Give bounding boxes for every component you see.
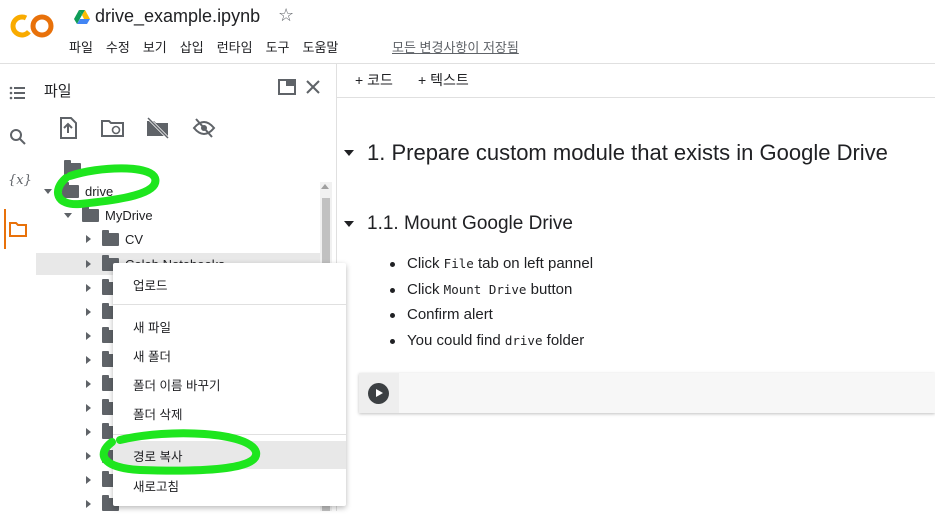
menu-insert[interactable]: 삽입: [180, 37, 204, 56]
menu-file[interactable]: 파일: [69, 37, 93, 56]
menu-runtime[interactable]: 런타임: [217, 37, 253, 56]
menu-item-refresh[interactable]: 새로고침: [113, 471, 346, 499]
tree-item-cv[interactable]: CV: [86, 228, 143, 250]
tree-label: drive: [85, 183, 114, 199]
chevron-right-icon[interactable]: [86, 500, 91, 508]
upload-icon[interactable]: [56, 117, 80, 139]
chevron-down-icon[interactable]: [64, 212, 72, 218]
google-drive-icon: [74, 10, 90, 24]
save-status-link[interactable]: 모든 변경사항이 저장됨: [392, 37, 519, 56]
instructions-list: Click File tab on left pannel Click Moun…: [387, 251, 593, 353]
chevron-right-icon[interactable]: [86, 476, 91, 484]
chevron-right-icon[interactable]: [86, 452, 91, 460]
variables-icon[interactable]: {x}: [8, 173, 32, 193]
inline-code: File: [443, 256, 474, 271]
menu-help[interactable]: 도움말: [303, 37, 339, 56]
tree-item-mydrive[interactable]: MyDrive: [64, 204, 153, 226]
files-folder-icon[interactable]: [8, 219, 28, 239]
colab-logo: [10, 14, 54, 38]
section-heading-2: 1.1. Mount Google Drive: [367, 213, 573, 234]
list-text: You could find: [407, 331, 505, 349]
list-text: Click: [407, 255, 444, 272]
unmount-drive-icon[interactable]: [146, 117, 170, 139]
menu-item-rename-folder[interactable]: 폴더 이름 바꾸기: [113, 370, 346, 398]
header-divider: [0, 63, 935, 64]
chevron-right-icon[interactable]: [86, 404, 91, 412]
chevron-right-icon[interactable]: [86, 235, 91, 243]
list-item: Confirm alert: [387, 302, 593, 328]
list-text: tab on left pannel: [473, 255, 594, 272]
collapse-section-icon[interactable]: [344, 221, 354, 227]
menu-tools[interactable]: 도구: [266, 37, 290, 56]
tree-label: ..: [87, 161, 95, 177]
tree-label: MyDrive: [105, 207, 153, 223]
folder-icon: [102, 229, 119, 246]
tree-label: CV: [125, 231, 144, 247]
add-text-button[interactable]: + 텍스트: [418, 70, 469, 90]
chevron-right-icon[interactable]: [86, 428, 91, 436]
folder-icon: [62, 181, 79, 198]
open-in-tab-icon[interactable]: [276, 76, 298, 98]
list-item: Click File tab on left pannel: [387, 251, 593, 277]
add-code-button[interactable]: + 코드: [355, 70, 393, 90]
list-item: Click Mount Drive button: [387, 277, 593, 303]
chevron-right-icon[interactable]: [86, 332, 91, 340]
folder-icon: [82, 205, 99, 222]
context-menu: 업로드 새 파일 새 폴더 폴더 이름 바꾸기 폴더 삭제 경로 복사 새로고침: [113, 263, 346, 506]
folder-up-icon: [64, 159, 81, 176]
chevron-right-icon[interactable]: [86, 284, 91, 292]
tree-parent-folder[interactable]: ..: [64, 158, 94, 180]
files-panel-title: 파일: [44, 83, 72, 100]
chevron-right-icon[interactable]: [86, 260, 91, 268]
chevron-down-icon[interactable]: [44, 188, 52, 194]
document-title[interactable]: drive_example.ipynb: [95, 6, 260, 27]
chevron-right-icon[interactable]: [86, 380, 91, 388]
menu-divider: [113, 434, 346, 435]
refresh-folder-icon[interactable]: [101, 117, 125, 139]
list-text: Click: [407, 280, 444, 298]
inline-code: drive: [504, 332, 543, 348]
collapse-section-icon[interactable]: [344, 150, 354, 156]
menu-item-copy-path[interactable]: 경로 복사: [113, 441, 346, 469]
chevron-right-icon[interactable]: [86, 356, 91, 364]
menu-edit[interactable]: 수정: [106, 37, 130, 56]
active-tab-indicator: [4, 209, 6, 249]
section-heading-1: 1. Prepare custom module that exists in …: [367, 140, 888, 165]
menu-divider: [113, 304, 346, 305]
menu-bar: 파일 수정 보기 삽입 런타임 도구 도움말: [69, 37, 351, 56]
list-text: folder: [542, 331, 585, 349]
run-cell-button[interactable]: [368, 383, 389, 404]
menu-item-upload[interactable]: 업로드: [113, 270, 346, 298]
list-text: button: [526, 280, 573, 298]
hide-files-icon[interactable]: [192, 117, 216, 139]
menu-item-new-file[interactable]: 새 파일: [113, 312, 346, 340]
menu-view[interactable]: 보기: [143, 37, 167, 56]
chevron-right-icon[interactable]: [86, 308, 91, 316]
table-of-contents-icon[interactable]: [8, 83, 28, 103]
scroll-up-arrow-icon[interactable]: [321, 184, 329, 189]
menu-item-new-folder[interactable]: 새 폴더: [113, 341, 346, 369]
close-icon[interactable]: [302, 76, 324, 98]
code-cell[interactable]: [359, 373, 935, 413]
toolbar-divider: [337, 97, 935, 98]
menu-item-delete-folder[interactable]: 폴더 삭제: [113, 399, 346, 427]
list-text: Confirm alert: [407, 306, 493, 323]
list-item: You could find drive folder: [387, 328, 593, 354]
inline-code: Mount Drive: [443, 281, 527, 297]
tree-item-drive[interactable]: drive: [44, 180, 113, 202]
search-icon[interactable]: [8, 127, 28, 147]
star-icon[interactable]: ☆: [278, 5, 294, 26]
